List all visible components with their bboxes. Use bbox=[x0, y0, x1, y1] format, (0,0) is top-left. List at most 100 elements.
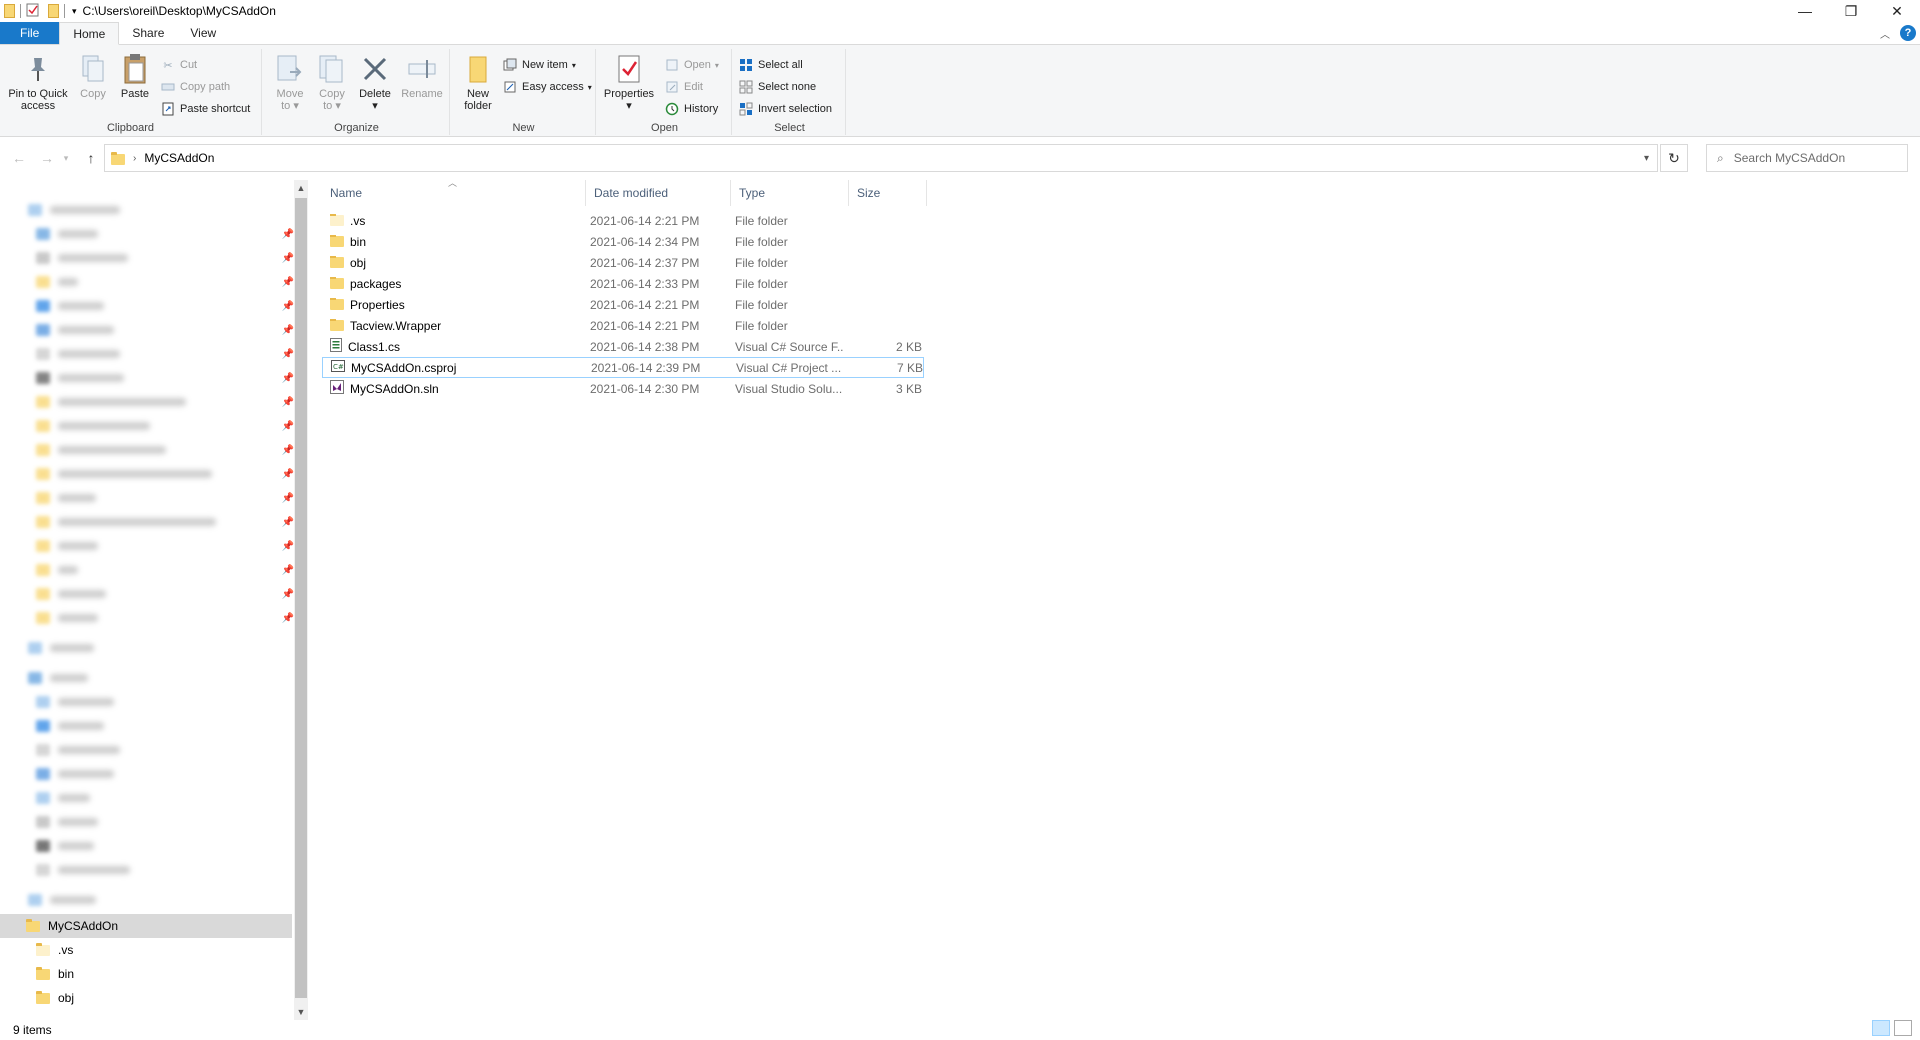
nav-blurred-item[interactable]: 📌 bbox=[36, 560, 298, 580]
pin-icon: 📌 bbox=[281, 396, 294, 408]
scroll-up-icon[interactable]: ▲ bbox=[294, 180, 308, 196]
paste-button[interactable]: Paste bbox=[118, 53, 152, 100]
history-button[interactable]: History bbox=[664, 100, 718, 118]
nav-blurred-item[interactable]: 📌 bbox=[36, 392, 298, 412]
copy-to-button[interactable]: Copy to ▾ bbox=[314, 53, 350, 112]
cut-button[interactable]: ✂ Cut bbox=[160, 56, 197, 74]
nav-item-vs[interactable]: .vs bbox=[0, 938, 292, 962]
nav-blurred-item[interactable]: 📌 bbox=[36, 272, 298, 292]
select-all-button[interactable]: Select all bbox=[738, 56, 803, 74]
close-button[interactable]: ✕ bbox=[1874, 0, 1920, 22]
open-button[interactable]: Open ▾ bbox=[664, 56, 719, 74]
copy-button[interactable]: Copy bbox=[76, 53, 110, 100]
nav-blurred-item[interactable] bbox=[36, 836, 298, 856]
address-box[interactable]: › MyCSAddOn ▾ bbox=[104, 144, 1658, 172]
nav-blurred-item[interactable]: 📌 bbox=[36, 224, 298, 244]
nav-blurred-item[interactable]: 📌 bbox=[36, 464, 298, 484]
nav-blurred-item[interactable]: 📌 bbox=[36, 368, 298, 388]
scroll-thumb[interactable] bbox=[295, 198, 307, 998]
properties-check-icon[interactable] bbox=[26, 3, 42, 19]
scroll-down-icon[interactable]: ▼ bbox=[294, 1004, 308, 1020]
nav-blurred-item[interactable]: 📌 bbox=[36, 440, 298, 460]
refresh-button[interactable]: ↻ bbox=[1660, 144, 1688, 172]
rename-button[interactable]: Rename bbox=[400, 53, 444, 100]
forward-button[interactable]: → bbox=[34, 145, 60, 171]
delete-dropdown-icon: ▾ bbox=[372, 100, 378, 112]
pin-quick-access-button[interactable]: Pin to Quick access bbox=[6, 53, 70, 112]
nav-blurred-item[interactable]: 📌 bbox=[36, 344, 298, 364]
new-folder-button[interactable]: New folder bbox=[458, 53, 498, 112]
nav-blurred-item[interactable] bbox=[36, 740, 298, 760]
nav-blurred-item[interactable]: 📌 bbox=[36, 488, 298, 508]
file-row[interactable]: bin 2021-06-14 2:34 PM File folder bbox=[322, 231, 924, 252]
tab-home[interactable]: Home bbox=[59, 22, 120, 45]
column-header-name[interactable]: Name bbox=[322, 180, 586, 206]
column-header-type[interactable]: Type bbox=[731, 180, 849, 206]
nav-blurred-item[interactable] bbox=[36, 860, 298, 880]
file-name: obj bbox=[350, 255, 367, 270]
nav-blurred-item[interactable] bbox=[28, 200, 290, 220]
delete-button[interactable]: Delete ▾ bbox=[357, 53, 393, 112]
copy-path-button[interactable]: Copy path bbox=[160, 78, 230, 96]
properties-button[interactable]: Properties ▾ bbox=[602, 53, 656, 112]
move-to-button[interactable]: Move to ▾ bbox=[272, 53, 308, 112]
invert-selection-button[interactable]: Invert selection bbox=[738, 100, 832, 118]
new-item-button[interactable]: New item ▾ bbox=[502, 56, 576, 74]
search-icon: ⌕ bbox=[1717, 150, 1724, 165]
file-size: 7 KB bbox=[896, 360, 923, 375]
file-row[interactable]: MyCSAddOn.sln 2021-06-14 2:30 PM Visual … bbox=[322, 378, 924, 399]
nav-item-obj[interactable]: obj bbox=[0, 986, 292, 1010]
pin-icon: 📌 bbox=[281, 612, 294, 624]
file-row[interactable]: obj 2021-06-14 2:37 PM File folder bbox=[322, 252, 924, 273]
nav-blurred-item[interactable] bbox=[28, 638, 290, 658]
large-icons-view-icon[interactable] bbox=[1894, 1020, 1912, 1036]
nav-blurred-item[interactable] bbox=[36, 716, 298, 736]
minimize-button[interactable]: — bbox=[1782, 0, 1828, 22]
nav-blurred-item[interactable] bbox=[36, 788, 298, 808]
nav-item-current-folder[interactable]: MyCSAddOn bbox=[0, 914, 292, 938]
nav-blurred-item[interactable] bbox=[28, 890, 290, 910]
restore-button[interactable]: ❐ bbox=[1828, 0, 1874, 22]
nav-item-bin[interactable]: bin bbox=[0, 962, 292, 986]
nav-blurred-item[interactable] bbox=[28, 668, 290, 688]
nav-blurred-item[interactable]: 📌 bbox=[36, 536, 298, 556]
tab-view[interactable]: View bbox=[177, 22, 229, 44]
file-row[interactable]: .vs 2021-06-14 2:21 PM File folder bbox=[322, 210, 924, 231]
file-row[interactable]: packages 2021-06-14 2:33 PM File folder bbox=[322, 273, 924, 294]
collapse-ribbon-icon[interactable]: ︿ bbox=[1880, 26, 1890, 41]
breadcrumb-current[interactable]: MyCSAddOn bbox=[144, 151, 214, 165]
file-row[interactable]: Class1.cs 2021-06-14 2:38 PM Visual C# S… bbox=[322, 336, 924, 357]
back-button[interactable]: ← bbox=[6, 145, 32, 171]
customize-chevron-icon[interactable]: ▾ bbox=[72, 6, 77, 17]
nav-blurred-item[interactable]: 📌 bbox=[36, 512, 298, 532]
help-icon[interactable]: ? bbox=[1900, 25, 1916, 41]
tab-share[interactable]: Share bbox=[119, 22, 177, 44]
new-folder-label: New bbox=[466, 88, 489, 100]
paste-shortcut-button[interactable]: Paste shortcut bbox=[160, 100, 250, 118]
tab-file[interactable]: File bbox=[0, 22, 60, 44]
edit-button[interactable]: Edit bbox=[664, 78, 703, 96]
nav-blurred-item[interactable]: 📌 bbox=[36, 248, 298, 268]
nav-blurred-item[interactable] bbox=[36, 764, 298, 784]
nav-blurred-item[interactable]: 📌 bbox=[36, 584, 298, 604]
file-row[interactable]: C# MyCSAddOn.csproj 2021-06-14 2:39 PM V… bbox=[322, 357, 924, 378]
nav-blurred-item[interactable]: 📌 bbox=[36, 416, 298, 436]
address-dropdown-icon[interactable]: ▾ bbox=[1644, 153, 1649, 164]
up-button[interactable]: ↑ bbox=[78, 145, 104, 171]
details-view-icon[interactable] bbox=[1872, 1020, 1890, 1036]
nav-scrollbar[interactable]: ▲ ▼ bbox=[294, 180, 308, 1020]
column-header-date[interactable]: Date modified bbox=[586, 180, 731, 206]
select-none-button[interactable]: Select none bbox=[738, 78, 816, 96]
nav-blurred-item[interactable] bbox=[36, 812, 298, 832]
file-row[interactable]: Properties 2021-06-14 2:21 PM File folde… bbox=[322, 294, 924, 315]
easy-access-button[interactable]: Easy access ▾ bbox=[502, 78, 592, 96]
column-header-size[interactable]: Size bbox=[849, 180, 927, 206]
new-folder-icon[interactable] bbox=[48, 4, 59, 18]
file-row[interactable]: Tacview.Wrapper 2021-06-14 2:21 PM File … bbox=[322, 315, 924, 336]
nav-blurred-item[interactable]: 📌 bbox=[36, 320, 298, 340]
nav-blurred-item[interactable]: 📌 bbox=[36, 296, 298, 316]
nav-blurred-item[interactable]: 📌 bbox=[36, 608, 298, 628]
nav-blurred-item[interactable] bbox=[36, 692, 298, 712]
recent-locations-button[interactable]: ▾ bbox=[58, 145, 74, 171]
search-input[interactable]: ⌕ Search MyCSAddOn bbox=[1706, 144, 1908, 172]
